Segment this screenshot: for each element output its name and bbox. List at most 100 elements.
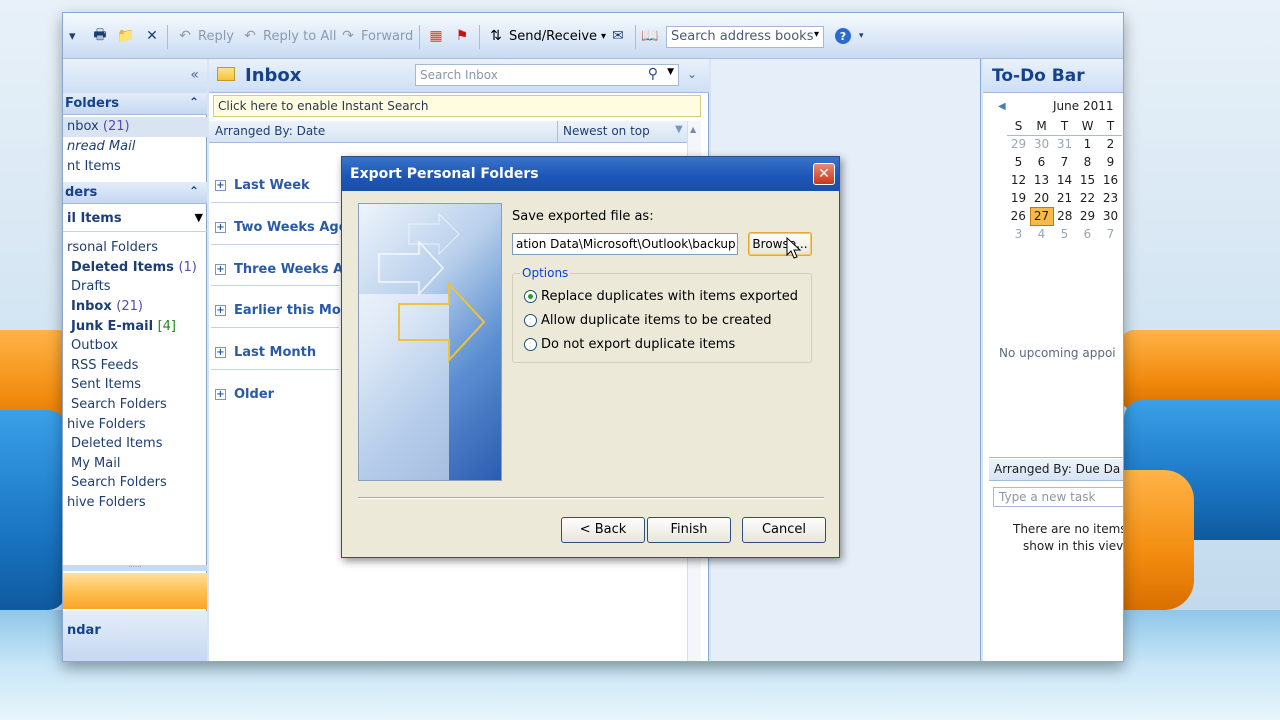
collapse-pane-icon[interactable]: « [190, 67, 199, 83]
mail-folders-header[interactable]: ders ⌃ [63, 182, 207, 204]
calendar-day[interactable]: 4 [1030, 225, 1053, 243]
calendar-day[interactable]: 15 [1076, 171, 1099, 189]
calendar-day[interactable]: 16 [1099, 171, 1122, 189]
book-icon[interactable]: 📖 [641, 25, 659, 47]
reply-button[interactable]: ↶ Reply [176, 25, 234, 47]
calendar-day[interactable]: 1 [1076, 135, 1099, 153]
calendar-button[interactable]: ndar [63, 611, 207, 661]
new-task-input[interactable]: Type a new task [993, 487, 1123, 507]
favorite-item-unread-mail[interactable]: nread Mail [67, 139, 135, 154]
collapse-up-icon[interactable]: ⌃ [189, 95, 199, 109]
folder-item[interactable]: Deleted Items [71, 436, 162, 451]
forward-button[interactable]: ↷ Forward [339, 25, 413, 47]
folder-item[interactable]: Outbox [71, 338, 118, 353]
follow-up-flag-icon[interactable]: ⚑ [453, 25, 471, 47]
group-header[interactable]: + Last Month [215, 345, 316, 360]
group-header[interactable]: + Two Weeks Ago [215, 220, 348, 235]
folder-item[interactable]: Search Folders [71, 397, 167, 412]
calendar-day[interactable]: 8 [1076, 153, 1099, 171]
calendar-day[interactable]: 29 [1076, 207, 1099, 225]
calendar-day[interactable]: 5 [1007, 153, 1030, 171]
calendar-day-today[interactable]: 27 [1029, 206, 1054, 226]
folder-item[interactable]: Inbox (21) [71, 299, 143, 314]
group-header[interactable]: + Three Weeks Ago [215, 262, 361, 277]
calendar-day[interactable]: 6 [1030, 153, 1053, 171]
folder-item[interactable]: Sent Items [71, 377, 141, 392]
date-navigator[interactable]: SMTWT 29 30 31 1 2 56789 12 13 14 15 16 19 20 21 22… [1007, 117, 1122, 243]
arranged-by-label[interactable]: Arranged By: Date [215, 124, 325, 138]
search-address-books-input[interactable]: Search address books ▾ [666, 26, 824, 48]
previous-month-icon[interactable]: ◀ [998, 101, 1006, 112]
file-path-input[interactable]: ation Data\Microsoft\Outlook\backup.pst [512, 233, 738, 255]
folder-item[interactable]: rsonal Folders [67, 240, 158, 255]
sort-arrow-icon[interactable]: ▼ [675, 124, 683, 135]
folder-item[interactable]: hive Folders [67, 417, 146, 432]
folder-item[interactable]: RSS Feeds [71, 358, 138, 373]
move-to-folder-icon[interactable]: 📁 [117, 25, 135, 47]
expand-plus-icon[interactable]: + [215, 264, 226, 275]
finish-button[interactable]: Finish [647, 517, 731, 543]
calendar-day[interactable]: 26 [1007, 207, 1030, 225]
option-do-not-export-duplicates[interactable]: Do not export duplicate items [524, 337, 735, 352]
calendar-day[interactable]: 21 [1053, 189, 1076, 207]
calendar-day[interactable]: 9 [1099, 153, 1122, 171]
group-header[interactable]: + Older [215, 387, 274, 402]
delete-icon[interactable]: ✕ [143, 25, 161, 47]
dropdown-arrow-icon[interactable]: ▼ [667, 67, 674, 77]
all-mail-items-dropdown[interactable]: il Items ▼ [67, 211, 203, 226]
folder-item[interactable]: Drafts [71, 279, 111, 294]
reply-all-button[interactable]: ↶ Reply to All [241, 25, 336, 47]
folder-item[interactable]: hive Folders [67, 495, 146, 510]
expand-plus-icon[interactable]: + [215, 180, 226, 191]
calendar-day[interactable]: 13 [1030, 171, 1053, 189]
close-icon[interactable]: ✕ [813, 163, 835, 185]
calendar-day[interactable]: 3 [1007, 225, 1030, 243]
address-book-icon[interactable]: ✉ [609, 25, 627, 47]
calendar-day[interactable]: 22 [1076, 189, 1099, 207]
folder-item[interactable]: Search Folders [71, 475, 167, 490]
task-arrange-bar[interactable]: Arranged By: Due Da [989, 459, 1123, 481]
collapse-up-icon[interactable]: ⌃ [189, 184, 199, 198]
group-header[interactable]: + Last Week [215, 178, 310, 193]
expand-plus-icon[interactable]: + [215, 347, 226, 358]
print-icon[interactable]: 🖶 [91, 25, 109, 47]
favorite-item-inbox[interactable]: nbox (21) [67, 119, 130, 134]
calendar-day[interactable]: 31 [1053, 135, 1076, 153]
calendar-day[interactable]: 30 [1030, 135, 1053, 153]
folder-item[interactable]: My Mail [71, 456, 120, 471]
mail-button-selected[interactable] [63, 573, 207, 609]
cancel-button[interactable]: Cancel [742, 517, 826, 543]
calendar-day[interactable]: 12 [1007, 171, 1030, 189]
browse-button[interactable]: Browse... [748, 232, 812, 256]
search-icon[interactable]: ⚲ [648, 66, 658, 82]
instant-search-bar[interactable]: Click here to enable Instant Search [213, 95, 701, 117]
expand-plus-icon[interactable]: + [215, 305, 226, 316]
calendar-day[interactable]: 2 [1099, 135, 1122, 153]
toolbar-options-icon[interactable]: ▾ [859, 25, 864, 47]
sort-order-label[interactable]: Newest on top [563, 124, 650, 138]
expand-plus-icon[interactable]: + [215, 222, 226, 233]
expand-plus-icon[interactable]: + [215, 389, 226, 400]
help-icon[interactable]: ? [835, 25, 851, 47]
back-button[interactable]: < Back [561, 517, 645, 543]
calendar-day[interactable]: 20 [1030, 189, 1053, 207]
calendar-day[interactable]: 5 [1053, 225, 1076, 243]
calendar-day[interactable]: 14 [1053, 171, 1076, 189]
calendar-day[interactable]: 30 [1099, 207, 1122, 225]
favorite-item-sent-items[interactable]: nt Items [67, 159, 121, 174]
calendar-day[interactable]: 29 [1007, 135, 1030, 153]
calendar-day[interactable]: 28 [1053, 207, 1076, 225]
pane-splitter[interactable]: ······ [63, 564, 207, 571]
favorite-folders-header[interactable]: Folders ⌃ [63, 93, 207, 115]
calendar-day[interactable]: 7 [1053, 153, 1076, 171]
folder-item[interactable]: Deleted Items (1) [71, 260, 197, 275]
option-allow-duplicates[interactable]: Allow duplicate items to be created [524, 313, 772, 328]
dropdown-arrow-icon[interactable]: ▾ [69, 25, 76, 47]
categorize-icon[interactable]: ▦ [427, 25, 445, 47]
folder-item[interactable]: Junk E-mail [4] [71, 319, 176, 334]
dialog-title-bar[interactable]: Export Personal Folders [342, 157, 839, 191]
calendar-day[interactable]: 23 [1099, 189, 1122, 207]
expand-search-icon[interactable]: ⌄ [687, 67, 697, 81]
option-replace-duplicates[interactable]: Replace duplicates with items exported [524, 289, 798, 304]
calendar-day[interactable]: 6 [1076, 225, 1099, 243]
